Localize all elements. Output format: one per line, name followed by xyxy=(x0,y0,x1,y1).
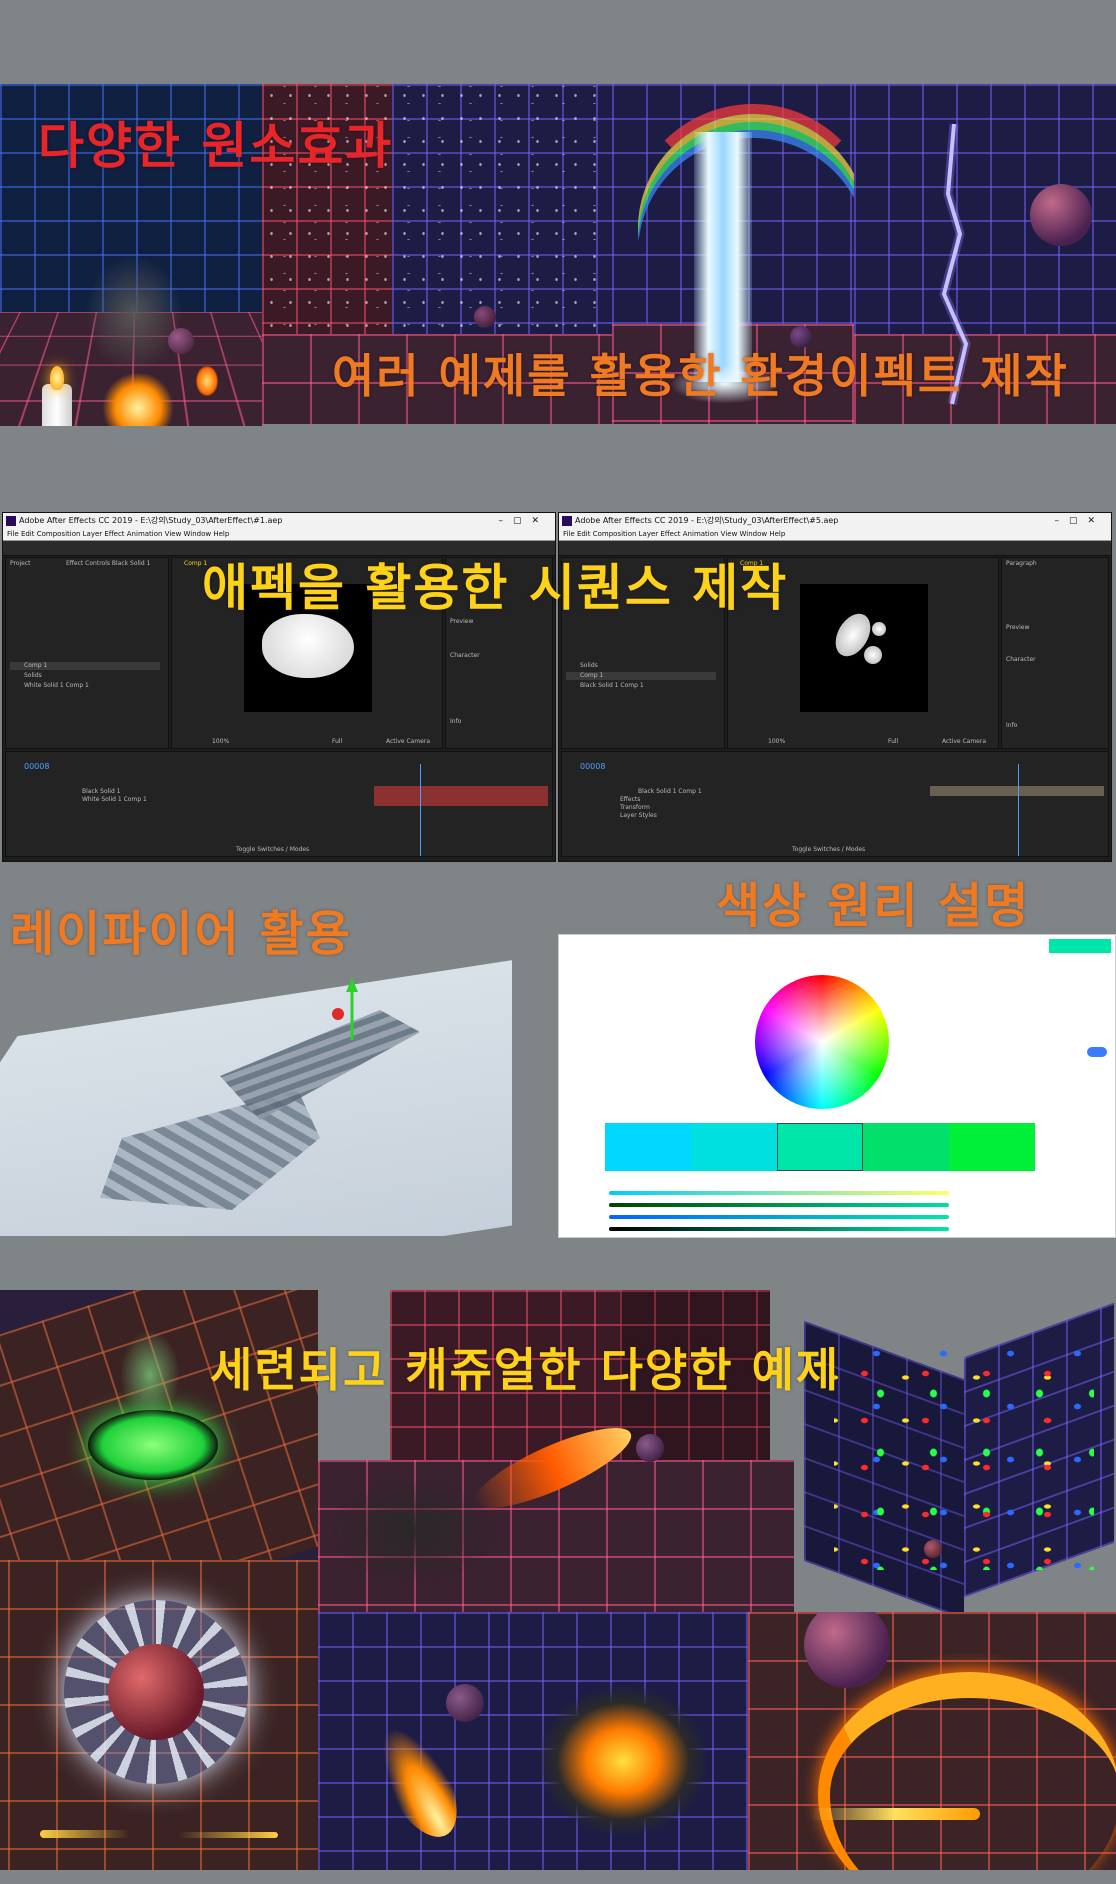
example-slash xyxy=(748,1612,1116,1870)
camera-select[interactable]: Active Camera xyxy=(386,738,430,745)
sphere-icon xyxy=(168,328,194,354)
candle-flame-icon xyxy=(50,366,64,390)
caption-elements: 다양한 원소효과 xyxy=(38,117,394,175)
white-cloud xyxy=(262,614,354,678)
ae-title: Adobe After Effects CC 2019 - E:\강의\Stud… xyxy=(19,516,283,525)
quality-select[interactable]: Full xyxy=(888,738,898,745)
sphere-icon xyxy=(108,1644,204,1740)
layer-3[interactable]: Layer Styles xyxy=(620,812,657,819)
sphere-icon xyxy=(924,1540,942,1558)
project-item-0[interactable]: Solids xyxy=(580,662,598,669)
project-item-1[interactable]: Comp 1 xyxy=(566,672,716,680)
white-blob xyxy=(864,646,882,664)
swatch-green[interactable] xyxy=(863,1123,949,1171)
menu-bar[interactable]: File Edit Composition Layer Effect Anima… xyxy=(559,529,1111,541)
swatch-lime[interactable] xyxy=(949,1123,1035,1171)
layer-bar-0[interactable] xyxy=(374,786,548,796)
panel-info[interactable]: Info xyxy=(450,718,461,725)
layer-0[interactable]: Black Solid 1 xyxy=(82,788,121,795)
project-panel[interactable]: Project Effect Controls Black Solid 1 Co… xyxy=(5,557,169,749)
gizmo-arrow-icon xyxy=(332,978,358,1040)
layer-2[interactable]: Transform xyxy=(620,804,650,811)
ok-button[interactable] xyxy=(1087,1047,1107,1057)
right-panels[interactable]: Paragraph Preview Character Info xyxy=(1001,557,1109,749)
timeline-panel[interactable]: 00008 Black Solid 1 White Solid 1 Comp 1… xyxy=(5,751,553,857)
toggle-switches[interactable]: Toggle Switches / Modes xyxy=(792,846,865,853)
project-item-2[interactable]: White Solid 1 Comp 1 xyxy=(24,682,89,689)
color-wheel[interactable] xyxy=(755,975,889,1109)
project-item-0[interactable]: Comp 1 xyxy=(10,662,160,670)
smoke-trail xyxy=(328,1476,498,1586)
sphere-icon xyxy=(474,306,496,328)
camera-select[interactable]: Active Camera xyxy=(942,738,986,745)
panel-info[interactable]: Info xyxy=(1006,722,1017,729)
smoke-cloud xyxy=(84,254,184,374)
toggle-switches[interactable]: Toggle Switches / Modes xyxy=(236,846,309,853)
caption-examples: 세련되고 캐쥬얼한 다양한 예제 xyxy=(210,1343,841,1397)
caption-color: 색상 원리 설명 xyxy=(716,878,1031,934)
example-explosion xyxy=(508,1612,748,1870)
sphere-icon xyxy=(636,1434,664,1462)
timeline-panel[interactable]: 00008 Black Solid 1 Comp 1 Effects Trans… xyxy=(561,751,1109,857)
caption-environment: 여러 예제를 활용한 환경이펙트 제작 xyxy=(332,349,1069,403)
confetti xyxy=(834,1350,1094,1570)
timecode[interactable]: 00008 xyxy=(24,762,49,771)
slider-teal[interactable] xyxy=(609,1215,949,1219)
layer-bar-0[interactable] xyxy=(930,786,1104,796)
layer-0[interactable]: Black Solid 1 Comp 1 xyxy=(638,788,702,795)
layer-1[interactable]: White Solid 1 Comp 1 xyxy=(82,796,147,803)
sphere-icon xyxy=(1030,184,1092,246)
panel-character[interactable]: Character xyxy=(450,652,480,659)
sphere-icon xyxy=(446,1684,484,1722)
candle xyxy=(42,384,72,426)
yellow-arrow xyxy=(40,1830,130,1838)
example-confetti-box xyxy=(794,1290,1116,1612)
ae-title: Adobe After Effects CC 2019 - E:\강의\Stud… xyxy=(575,516,839,525)
example-portal xyxy=(0,1290,318,1560)
project-item-1[interactable]: Solids xyxy=(24,672,42,679)
window-controls[interactable]: –▢✕ xyxy=(498,513,549,529)
effect-controls-tab[interactable]: Effect Controls Black Solid 1 xyxy=(66,560,150,567)
example-meteor xyxy=(318,1612,508,1870)
fire-beam xyxy=(810,1808,980,1820)
swatch-teal[interactable] xyxy=(777,1123,863,1171)
swatch-cyan[interactable] xyxy=(605,1123,691,1171)
yellow-arrow xyxy=(178,1832,278,1838)
panel-paragraph[interactable]: Paragraph xyxy=(1006,560,1037,567)
swatch-row[interactable] xyxy=(605,1123,1035,1171)
comp-canvas[interactable] xyxy=(800,584,928,712)
panel-preview[interactable]: Preview xyxy=(1006,624,1029,631)
caption-rayfire: 레이파이어 활용 xyxy=(10,906,352,962)
playhead[interactable] xyxy=(420,764,421,856)
project-item-2[interactable]: Black Solid 1 Comp 1 xyxy=(580,682,644,689)
zoom-level[interactable]: 100% xyxy=(212,738,229,745)
slider-yellow[interactable] xyxy=(609,1191,949,1195)
green-portal xyxy=(88,1410,218,1480)
layer-1[interactable]: Effects xyxy=(620,796,640,803)
window-controls[interactable]: –▢✕ xyxy=(1054,513,1105,529)
ae-logo-icon xyxy=(6,516,16,526)
zoom-level[interactable]: 100% xyxy=(768,738,785,745)
menu-bar[interactable]: File Edit Composition Layer Effect Anima… xyxy=(3,529,555,541)
swatch-aqua[interactable] xyxy=(691,1123,777,1171)
caption-sequence: 애펙을 활용한 시퀀스 제작 xyxy=(202,559,789,617)
playhead[interactable] xyxy=(1018,764,1019,856)
quality-select[interactable]: Full xyxy=(332,738,342,745)
slider-dark[interactable] xyxy=(609,1227,949,1231)
slider-green[interactable] xyxy=(609,1203,949,1207)
small-flame xyxy=(196,366,218,396)
color-picker-panel xyxy=(558,934,1116,1238)
rayfire-panel xyxy=(0,940,512,1236)
green-smoke xyxy=(120,1330,180,1420)
example-shield xyxy=(0,1560,318,1870)
timecode[interactable]: 00008 xyxy=(580,762,605,771)
ae-logo-icon xyxy=(562,516,572,526)
layer-bar-1[interactable] xyxy=(374,796,548,806)
white-blob xyxy=(872,622,886,636)
explosion xyxy=(538,1686,708,1836)
selected-color-preview xyxy=(1049,939,1111,953)
panel-character[interactable]: Character xyxy=(1006,656,1036,663)
project-tab[interactable]: Project xyxy=(10,560,31,567)
